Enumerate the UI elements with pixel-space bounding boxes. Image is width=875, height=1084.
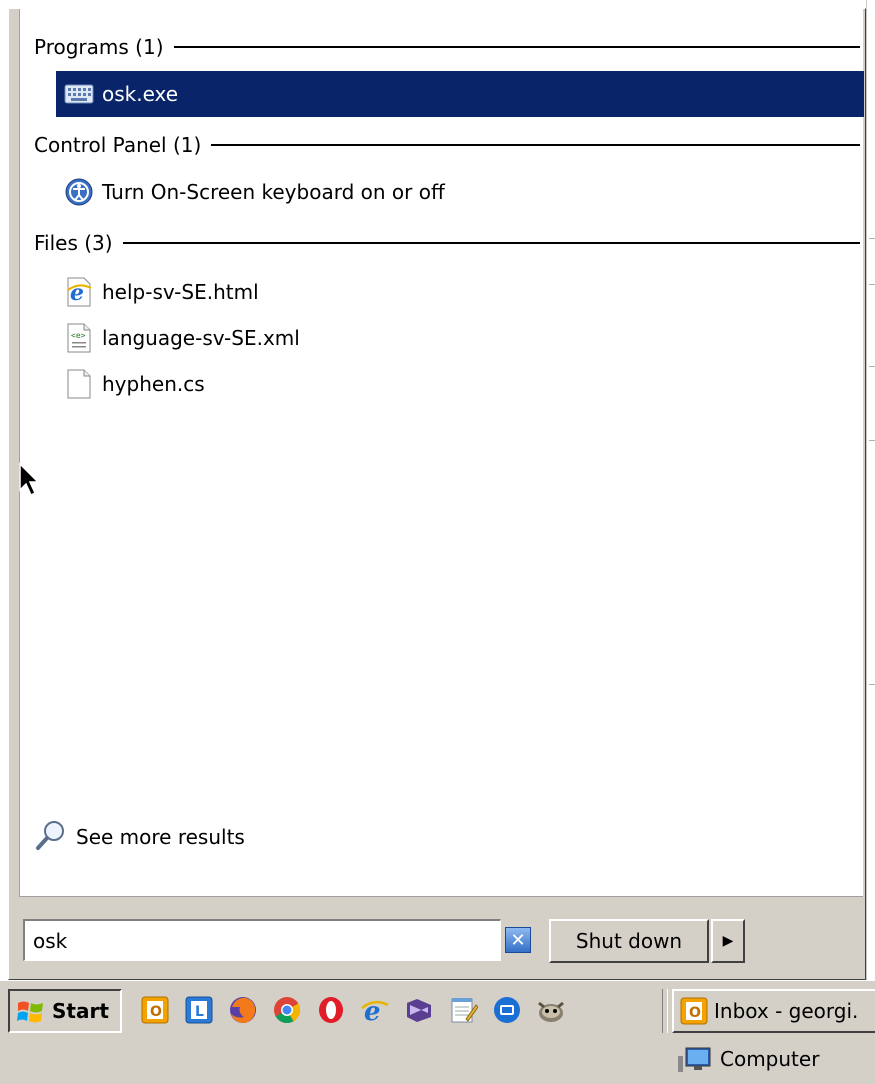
internet-explorer-icon[interactable]: e — [358, 993, 392, 1027]
result-osk-exe[interactable]: osk.exe — [56, 71, 864, 117]
search-results-pane: Programs (1) osk.exe Control Panel (1) T… — [19, 9, 864, 897]
svg-text:e: e — [70, 280, 84, 306]
taskbar-separator — [662, 989, 668, 1033]
search-bar-area: ✕ Shut down ▶ — [9, 897, 865, 979]
gimp-icon[interactable] — [534, 993, 568, 1027]
see-more-results-link[interactable]: See more results — [34, 817, 245, 857]
taskbar: Start O L e O Inbox - georgi. Computer — [0, 980, 875, 1084]
svg-text:<e>: <e> — [71, 331, 86, 340]
xml-file-icon: <e> — [62, 321, 96, 355]
start-button[interactable]: Start — [8, 989, 122, 1033]
group-header-files: Files (3) — [34, 229, 860, 257]
close-icon: ✕ — [510, 929, 526, 951]
arrow-right-icon: ▶ — [722, 933, 734, 949]
shut-down-options-button[interactable]: ▶ — [711, 919, 745, 963]
clear-search-button[interactable]: ✕ — [505, 927, 531, 953]
result-on-screen-keyboard-setting[interactable]: Turn On-Screen keyboard on or off — [56, 169, 864, 215]
outlook-icon: O — [680, 997, 708, 1025]
group-header-programs: Programs (1) — [34, 33, 860, 61]
magnifier-icon — [34, 818, 68, 857]
outlook-icon[interactable]: O — [138, 993, 172, 1027]
mouse-cursor-icon — [18, 462, 40, 503]
svg-text:O: O — [150, 1004, 162, 1020]
opera-icon[interactable] — [314, 993, 348, 1027]
teamviewer-icon[interactable] — [490, 993, 524, 1027]
search-input[interactable] — [33, 928, 500, 953]
group-header-control-panel: Control Panel (1) — [34, 131, 860, 159]
shut-down-button[interactable]: Shut down — [549, 919, 709, 963]
notepad-icon[interactable] — [446, 993, 480, 1027]
internet-explorer-icon: e — [62, 275, 96, 309]
start-menu: Programs (1) osk.exe Control Panel (1) T… — [8, 8, 866, 980]
result-hyphen-cs[interactable]: hyphen.cs — [56, 361, 864, 407]
visual-studio-icon[interactable] — [402, 993, 436, 1027]
ease-of-access-icon — [62, 175, 96, 209]
result-help-sv-se-html[interactable]: e help-sv-SE.html — [56, 269, 864, 315]
lync-icon[interactable]: L — [182, 993, 216, 1027]
blank-file-icon — [62, 367, 96, 401]
chrome-icon[interactable] — [270, 993, 304, 1027]
computer-icon — [676, 1044, 716, 1074]
background-window-edge — [866, 0, 875, 980]
svg-text:L: L — [195, 1004, 204, 1020]
computer-tray-item[interactable]: Computer — [676, 1039, 819, 1079]
windows-logo-icon — [16, 997, 46, 1025]
firefox-icon[interactable] — [226, 993, 260, 1027]
keyboard-icon — [62, 77, 96, 111]
taskbar-button-inbox[interactable]: O Inbox - georgi. — [672, 989, 875, 1033]
search-input-box[interactable] — [23, 919, 501, 961]
svg-text:O: O — [689, 1005, 701, 1021]
result-language-sv-se-xml[interactable]: <e> language-sv-SE.xml — [56, 315, 864, 361]
